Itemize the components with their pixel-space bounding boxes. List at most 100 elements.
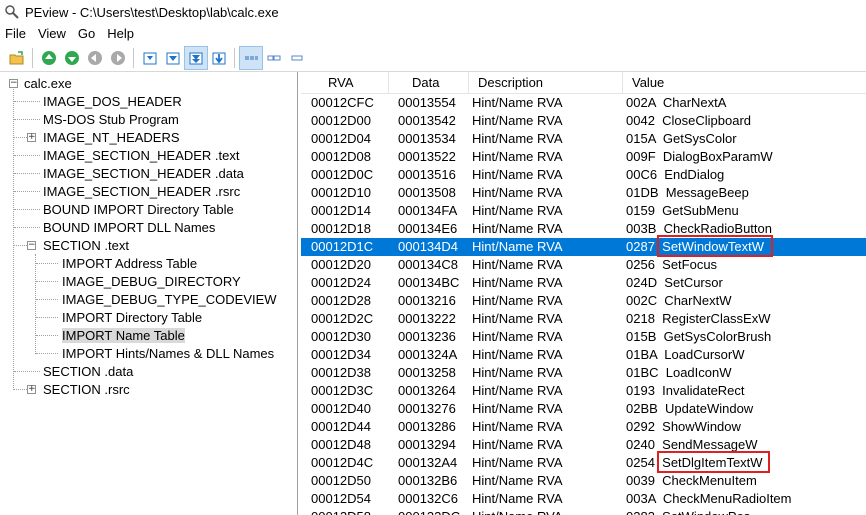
cell-data: 00013554 (398, 95, 456, 110)
tree-item[interactable]: BOUND IMPORT Directory Table (43, 201, 234, 219)
menu-view[interactable]: View (33, 26, 73, 41)
view-word-icon (166, 52, 180, 64)
table-row[interactable]: 00012D50 000132B6 Hint/Name RVA 0039 CheckM… (301, 472, 866, 490)
open-file-button[interactable] (6, 47, 28, 69)
table-row[interactable]: 00012D10 00013508 Hint/Name RVA 01DB Messag… (301, 184, 866, 202)
cell-description: Hint/Name RVA (472, 149, 563, 164)
cell-rva: 00012D3C (311, 383, 374, 398)
view-qword-button[interactable] (208, 47, 230, 69)
tree-item[interactable]: MS-DOS Stub Program (43, 111, 179, 129)
back-gray-icon (88, 50, 102, 65)
column-header-description[interactable]: Description (469, 72, 623, 93)
table-row-selected[interactable]: 00012D1C 000134D4 Hint/Name RVA 0287 SetWin… (301, 238, 866, 256)
cell-description: Hint/Name RVA (472, 239, 563, 254)
tree-item[interactable]: SECTION .data (43, 363, 133, 381)
view-details-button[interactable] (263, 47, 285, 69)
tree-item[interactable]: IMPORT Directory Table (62, 309, 202, 327)
cell-data: 000134C8 (398, 257, 458, 272)
table-row[interactable]: 00012D30 00013236 Hint/Name RVA 015B GetSys… (301, 328, 866, 346)
cell-rva: 00012D1C (311, 239, 374, 254)
column-header-rva[interactable]: RVA (301, 72, 389, 93)
table-row[interactable]: 00012D38 00013258 Hint/Name RVA 01BC LoadIc… (301, 364, 866, 382)
tree-line (36, 353, 58, 354)
column-header-value[interactable]: Value (623, 72, 866, 93)
cell-value: 0042 CloseClipboard (626, 113, 752, 128)
table-row[interactable]: 00012D2C 00013222 Hint/Name RVA 0218 Regist… (301, 310, 866, 328)
expand-icon[interactable]: + (27, 385, 36, 394)
cell-rva: 00012D44 (311, 419, 371, 434)
cell-value: 0240 SendMessageW (626, 437, 758, 452)
collapse-icon[interactable]: − (9, 79, 18, 88)
tree-item[interactable]: BOUND IMPORT DLL Names (43, 219, 215, 237)
view-dword-button[interactable] (184, 45, 208, 70)
tree-item-selected[interactable]: IMPORT Name Table (62, 327, 185, 345)
view-small-button[interactable] (286, 47, 308, 69)
menu-go[interactable]: Go (73, 26, 102, 41)
tree-item[interactable]: IMAGE_NT_HEADERS (43, 129, 180, 147)
cell-rva: 00012D2C (311, 311, 374, 326)
cell-description: Hint/Name RVA (472, 293, 563, 308)
table-row[interactable]: 00012D20 000134C8 Hint/Name RVA 0256 SetFoc… (301, 256, 866, 274)
tree-item[interactable]: IMAGE_SECTION_HEADER .data (43, 165, 244, 183)
tree-root[interactable]: calc.exe (24, 75, 72, 93)
tree-item[interactable]: IMPORT Address Table (62, 255, 197, 273)
cell-value: 015A GetSysColor (626, 131, 737, 146)
table-row[interactable]: 00012D24 000134BC Hint/Name RVA 024D SetCur… (301, 274, 866, 292)
tree-pane[interactable]: − calc.exe IMAGE_DOS_HEADER MS-DOS Stub … (0, 72, 298, 515)
tree-item[interactable]: IMAGE_DOS_HEADER (43, 93, 182, 111)
table-row[interactable]: 00012D44 00013286 Hint/Name RVA 0292 ShowWi… (301, 418, 866, 436)
table-row[interactable]: 00012D0C 00013516 Hint/Name RVA 00C6 EndDia… (301, 166, 866, 184)
cell-data: 00013522 (398, 149, 456, 164)
menu-help[interactable]: Help (102, 26, 141, 41)
forward-button[interactable] (107, 47, 129, 69)
table-row[interactable]: 00012D48 00013294 Hint/Name RVA 0240 SendMe… (301, 436, 866, 454)
toolbar (0, 44, 866, 72)
collapse-icon[interactable]: − (27, 241, 36, 250)
view-byte-button[interactable] (139, 47, 161, 69)
table-row[interactable]: 00012D18 000134E6 Hint/Name RVA 003B CheckR… (301, 220, 866, 238)
table-row[interactable]: 00012D14 000134FA Hint/Name RVA 0159 GetSub… (301, 202, 866, 220)
tree-item[interactable]: IMAGE_SECTION_HEADER .text (43, 147, 240, 165)
table-row[interactable]: 00012D04 00013534 Hint/Name RVA 015A GetSys… (301, 130, 866, 148)
table-row[interactable]: 00012D40 00013276 Hint/Name RVA 02BB Update… (301, 400, 866, 418)
table-row[interactable]: 00012D58 000132DC Hint/Name RVA 0283 SetWin… (301, 508, 866, 515)
view-word-button[interactable] (162, 47, 184, 69)
tree-item[interactable]: IMAGE_SECTION_HEADER .rsrc (43, 183, 240, 201)
cell-description: Hint/Name RVA (472, 257, 563, 272)
tree-item[interactable]: SECTION .rsrc (43, 381, 130, 399)
cell-rva: 00012D08 (311, 149, 371, 164)
column-header-data[interactable]: Data (389, 72, 469, 93)
cell-data: 00013542 (398, 113, 456, 128)
cell-data: 000134E6 (398, 221, 458, 236)
view-list-button[interactable] (239, 45, 263, 70)
back-button[interactable] (84, 47, 106, 69)
table-row[interactable]: 00012D4C 000132A4 Hint/Name RVA 0254 SetDlg… (301, 454, 866, 472)
cell-rva: 00012D54 (311, 491, 371, 506)
menu-file[interactable]: File (0, 26, 33, 41)
cell-description: Hint/Name RVA (472, 455, 563, 470)
table-row[interactable]: 00012CFC 00013554 Hint/Name RVA 002A CharNe… (301, 94, 866, 112)
cell-rva: 00012D00 (311, 113, 371, 128)
table-row[interactable]: 00012D08 00013522 Hint/Name RVA 009F Dialog… (301, 148, 866, 166)
table-row[interactable]: 00012D28 00013216 Hint/Name RVA 002C CharNe… (301, 292, 866, 310)
table-row[interactable]: 00012D3C 00013264 Hint/Name RVA 0193 Invali… (301, 382, 866, 400)
cell-value: 002A CharNextA (626, 95, 727, 110)
table-row[interactable]: 00012D34 0001324A Hint/Name RVA 01BA LoadCu… (301, 346, 866, 364)
expand-icon[interactable]: + (27, 133, 36, 142)
cell-data: 00013534 (398, 131, 456, 146)
cell-data: 00013286 (398, 419, 456, 434)
tree-item[interactable]: SECTION .text (43, 237, 129, 255)
tree-line (14, 155, 40, 156)
cell-data: 00013516 (398, 167, 456, 182)
data-grid[interactable]: RVA Data Description Value 00012CFC 00013… (301, 72, 866, 515)
toolbar-separator (32, 47, 33, 68)
cell-rva: 00012D04 (311, 131, 371, 146)
go-down-button[interactable] (61, 47, 83, 69)
table-row[interactable]: 00012D00 00013542 Hint/Name RVA 0042 CloseC… (301, 112, 866, 130)
cell-value: 0039 CheckMenuItem (626, 473, 757, 488)
table-row[interactable]: 00012D54 000132C6 Hint/Name RVA 003A CheckM… (301, 490, 866, 508)
tree-item[interactable]: IMAGE_DEBUG_DIRECTORY (62, 273, 241, 291)
go-up-button[interactable] (38, 47, 60, 69)
tree-item[interactable]: IMAGE_DEBUG_TYPE_CODEVIEW (62, 291, 277, 309)
tree-item[interactable]: IMPORT Hints/Names & DLL Names (62, 345, 274, 363)
